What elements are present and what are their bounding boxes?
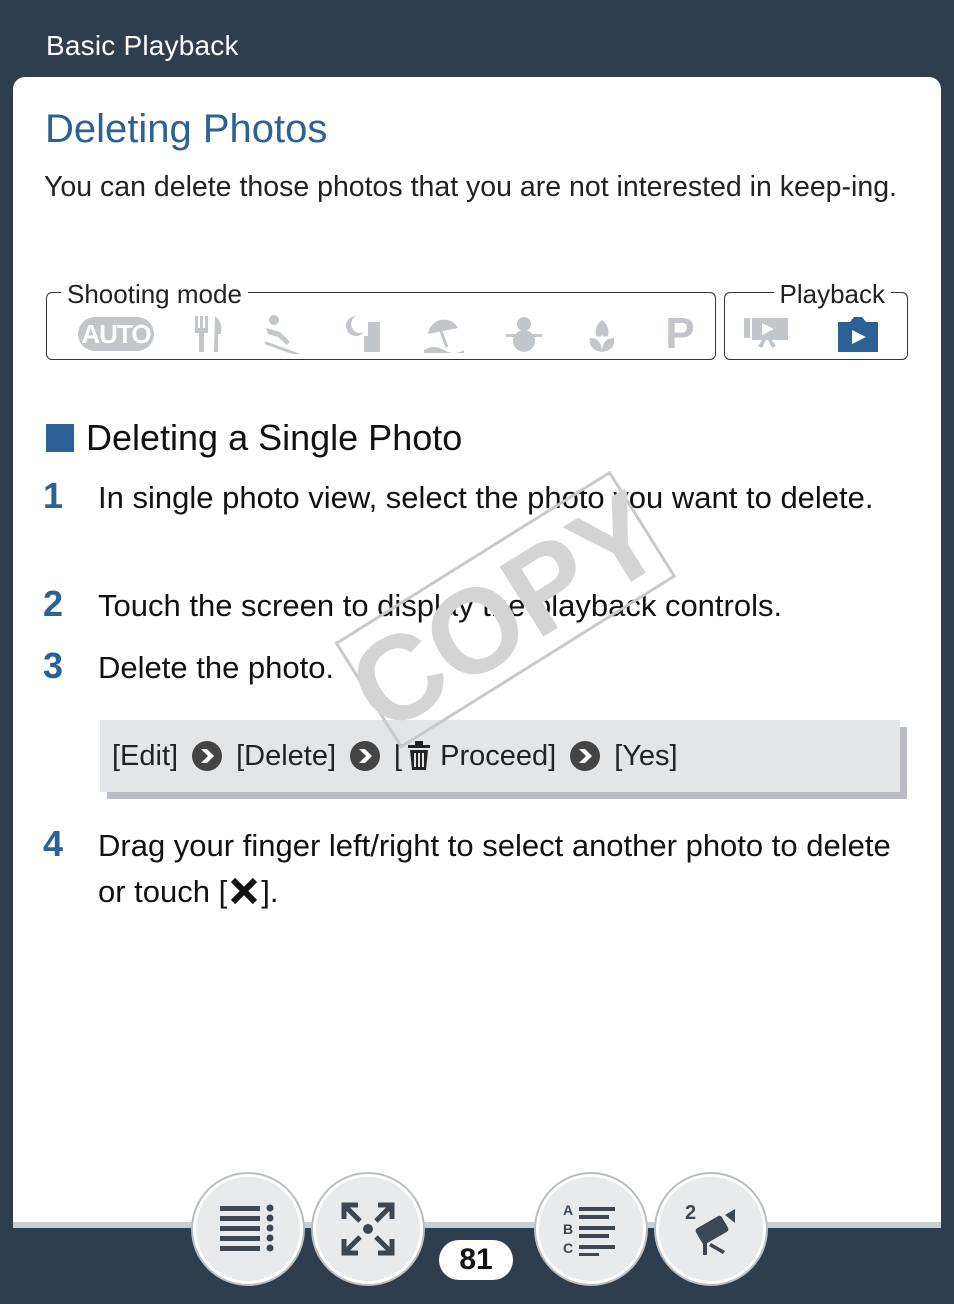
auto-mode-icon: AUTO <box>75 313 157 355</box>
table-of-contents-icon <box>220 1204 274 1252</box>
sports-mode-icon <box>257 313 311 355</box>
svg-text:B: B <box>563 1221 573 1237</box>
delete-label: [Delete] <box>236 739 337 772</box>
procedure-box: [Edit] [Delete] [ Proceed] [Yes] <box>100 720 900 792</box>
section-square-icon <box>46 424 74 452</box>
svg-text:A: A <box>563 1202 573 1218</box>
step-number: 2 <box>43 583 64 624</box>
shooting-mode-box: Shooting mode AUTO P <box>46 279 716 360</box>
section-title: Deleting a Single Photo <box>46 417 462 459</box>
next-arrow-icon <box>350 741 381 771</box>
food-mode-icon <box>180 313 234 355</box>
yes-label: [Yes] <box>614 739 678 772</box>
page-number: 81 <box>439 1240 513 1280</box>
expand-arrows-icon <box>341 1202 395 1256</box>
snow-mode-icon <box>497 313 551 355</box>
next-arrow-icon <box>192 741 223 771</box>
movie-playback-icon <box>739 313 793 355</box>
step-number: 4 <box>43 823 64 864</box>
step-text: Drag your finger left/right to select an… <box>98 823 898 919</box>
beach-mode-icon <box>417 313 471 355</box>
program-mode-icon: P <box>665 309 695 358</box>
alphabetical-index-icon: A B C <box>563 1202 615 1256</box>
page-title: Deleting Photos <box>45 107 328 151</box>
overview-button[interactable] <box>313 1174 423 1284</box>
section-header: Basic Playback <box>46 30 239 61</box>
step-number: 3 <box>43 645 64 686</box>
proceed-label: Proceed] <box>440 739 557 772</box>
mode-button[interactable]: 2 <box>656 1174 766 1284</box>
next-arrow-icon <box>570 741 601 771</box>
step-text: In single photo view, select the photo y… <box>98 480 874 515</box>
playback-mode-label: Playback <box>773 279 891 310</box>
close-icon <box>229 873 259 919</box>
contents-button[interactable] <box>193 1174 303 1284</box>
svg-text:2: 2 <box>685 1202 696 1224</box>
step-number: 1 <box>43 475 64 516</box>
svg-text:C: C <box>563 1240 573 1256</box>
mode-indicator: Shooting mode AUTO P Playback <box>46 279 908 361</box>
macro-mode-icon <box>575 313 629 355</box>
photo-playback-icon <box>831 313 885 355</box>
playback-mode-box: Playback <box>724 279 908 360</box>
index-button[interactable]: A B C <box>536 1174 646 1284</box>
page-content: Deleting Photos You can delete those pho… <box>13 77 941 1227</box>
camcorder-mode-icon: 2 <box>685 1202 735 1255</box>
edit-label: [Edit] <box>112 739 179 772</box>
night-scene-icon <box>337 313 391 355</box>
page-bottom-band <box>13 1222 941 1228</box>
intro-text: You can delete those photos that you are… <box>44 171 897 203</box>
shooting-mode-label: Shooting mode <box>61 279 248 310</box>
